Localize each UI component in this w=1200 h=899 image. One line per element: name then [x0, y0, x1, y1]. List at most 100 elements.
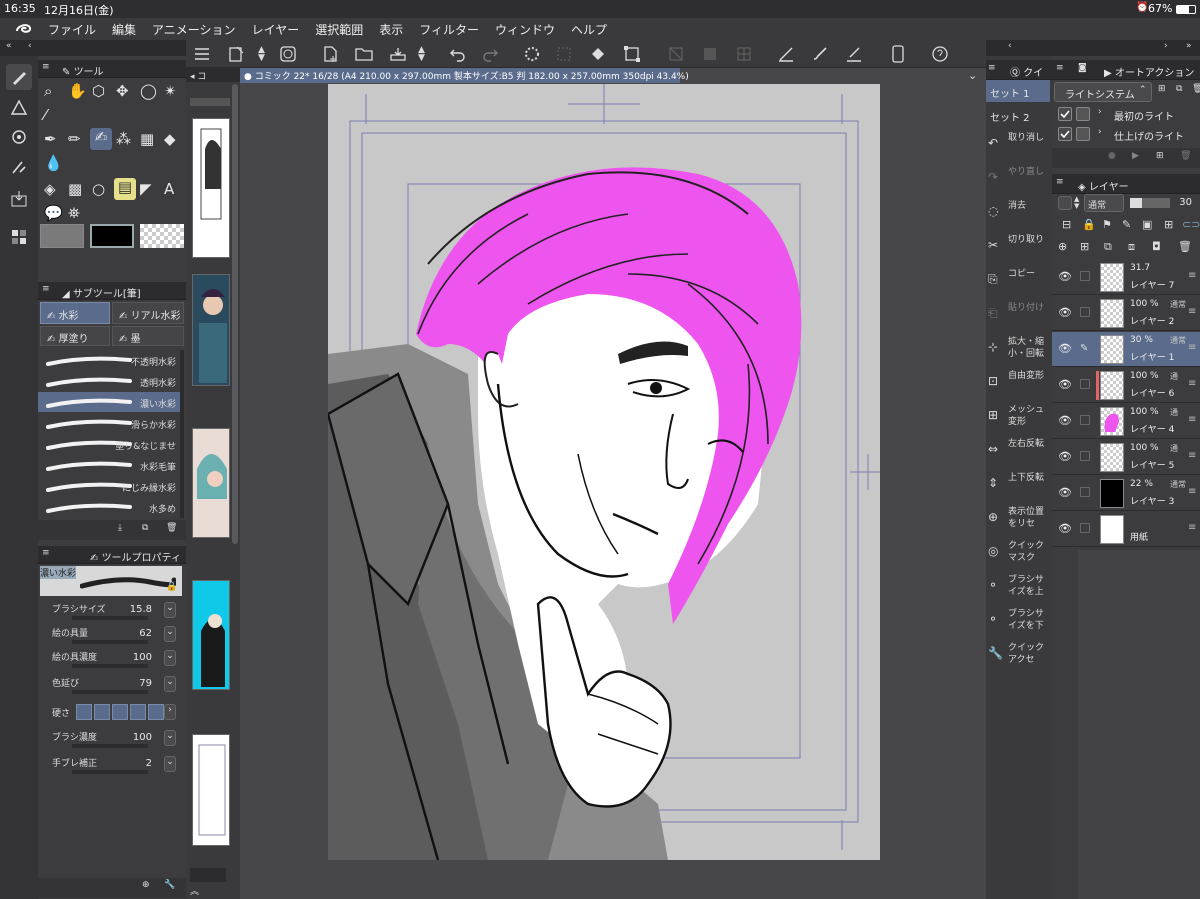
pen-line-icon[interactable]: [844, 44, 864, 64]
brush-item[interactable]: 滑らか水彩: [38, 413, 180, 433]
blend-icon[interactable]: 💧: [44, 154, 63, 172]
quick-access-item[interactable]: ⇕ 上下反転: [986, 468, 1052, 500]
action-row[interactable]: › 最初のライト: [1052, 104, 1200, 124]
layer-lock-checkbox[interactable]: [1080, 307, 1090, 317]
pen-icon[interactable]: ✎: [1080, 343, 1090, 354]
color-wheel-icon[interactable]: [6, 124, 32, 150]
quick-access-item[interactable]: ⊹ 拡大・縮小・回転: [986, 332, 1052, 364]
layer-row[interactable]: 👁 100 % 通レイヤー 4 ≡: [1052, 404, 1200, 439]
page-thumbnail[interactable]: [192, 118, 230, 258]
layer-property-icon[interactable]: [6, 94, 32, 120]
action-enabled-checkbox[interactable]: [1058, 127, 1072, 141]
menu-icon[interactable]: ≡: [988, 63, 996, 73]
stop-icon[interactable]: ●: [1108, 151, 1116, 161]
layer-row[interactable]: 👁 31.7 レイヤー 7 ≡: [1052, 260, 1200, 295]
hand-icon[interactable]: ✋: [68, 82, 87, 100]
set-tab-2[interactable]: セット 2: [986, 104, 1050, 126]
stepper-icon[interactable]: ▲ ▼: [258, 46, 265, 63]
menu-icon[interactable]: ≡: [42, 62, 50, 72]
brush-settings-icon[interactable]: [6, 154, 32, 180]
layer-lock-checkbox[interactable]: [1080, 451, 1090, 461]
layer-lock-checkbox[interactable]: [1080, 487, 1090, 497]
open-folder-icon[interactable]: [354, 44, 374, 64]
mask-icon[interactable]: ▣: [1142, 218, 1152, 231]
hardness-step[interactable]: [148, 704, 164, 720]
drag-handle-icon[interactable]: ≡: [1188, 270, 1196, 281]
play-icon[interactable]: ▶: [1132, 151, 1139, 161]
quick-access-item[interactable]: ⚬ ブラシサイズを上: [986, 570, 1052, 602]
undo-icon[interactable]: [448, 44, 468, 64]
canvas-tab[interactable]: ● コミック 22* 16/28 (A4 210.00 x 297.00mm 製…: [240, 68, 689, 83]
layer-row[interactable]: 👁 100 % 通常 レイヤー 2 ≡: [1052, 296, 1200, 331]
quick-access-item[interactable]: ⊞ メッシュ変形: [986, 400, 1052, 432]
ruler-pen-icon[interactable]: [776, 44, 796, 64]
menu-window[interactable]: ウィンドウ: [495, 21, 555, 38]
layer-row[interactable]: 👁 100 % 通レイヤー 6 ≡: [1052, 368, 1200, 403]
drag-handle-icon[interactable]: ≡: [1188, 306, 1196, 317]
quick-access-item[interactable]: ⎘ コピー: [986, 264, 1052, 296]
wrench-icon[interactable]: 🔧: [164, 880, 175, 890]
layer-row[interactable]: 👁 用紙 ≡: [1052, 512, 1200, 547]
blend-mode-icon[interactable]: [1058, 196, 1072, 210]
duplicate-action-icon[interactable]: ⧉: [1176, 84, 1182, 94]
property-slider[interactable]: [72, 640, 148, 644]
collapse-right-icon[interactable]: »: [1186, 41, 1192, 51]
hardness-step[interactable]: [76, 704, 92, 720]
correct-line-icon[interactable]: ⛯: [68, 204, 80, 222]
page-manager-toolbar[interactable]: [190, 868, 226, 882]
magic-wand-icon[interactable]: ✴: [164, 82, 177, 100]
dropdown-icon[interactable]: ⌄: [164, 676, 176, 692]
dropdown-icon[interactable]: ⌄: [164, 626, 176, 642]
frame-icon[interactable]: ▤: [114, 178, 136, 200]
layer-row[interactable]: 👁 22 % 通常 レイヤー 3 ≡: [1052, 476, 1200, 511]
delete-icon[interactable]: 🗑: [1178, 240, 1192, 253]
eye-icon[interactable]: 👁: [1058, 378, 1072, 391]
link-icon[interactable]: ⊂⊃: [1182, 218, 1200, 231]
page-thumbnail[interactable]: [192, 274, 230, 386]
menu-help[interactable]: ヘルプ: [571, 21, 607, 38]
pen-tool-icon[interactable]: [6, 64, 32, 90]
menu-animation[interactable]: アニメーション: [152, 21, 236, 38]
property-slider[interactable]: [72, 690, 148, 694]
eye-icon[interactable]: 👁: [1058, 270, 1072, 283]
collapse-left-icon[interactable]: ‹: [1008, 41, 1012, 51]
operation-icon[interactable]: ⬡: [92, 82, 105, 100]
grid-icon[interactable]: [734, 44, 754, 64]
import-icon[interactable]: [6, 186, 32, 212]
balloon-icon[interactable]: 💬: [44, 204, 63, 222]
opacity-slider[interactable]: [1130, 198, 1170, 208]
menu-icon[interactable]: ≡: [42, 284, 50, 294]
delete-icon[interactable]: 🗑: [1192, 84, 1200, 94]
drag-handle-icon[interactable]: ≡: [1188, 342, 1196, 353]
menu-layer[interactable]: レイヤー: [252, 21, 300, 38]
quick-access-item[interactable]: ⎗ 貼り付け: [986, 298, 1052, 330]
group-tab-impasto[interactable]: ✍ 厚塗り: [40, 326, 110, 346]
hardness-step[interactable]: [112, 704, 128, 720]
property-slider[interactable]: [72, 744, 148, 748]
eye-icon[interactable]: 👁: [1058, 342, 1072, 355]
property-slider[interactable]: [72, 664, 148, 668]
pencil-icon[interactable]: ✏: [68, 130, 81, 148]
decoration-icon[interactable]: ▦: [140, 130, 154, 148]
expand-up-icon[interactable]: ︽: [190, 884, 199, 897]
eye-icon[interactable]: 👁: [1058, 450, 1072, 463]
transform-icon[interactable]: [622, 44, 642, 64]
group-tab-ink[interactable]: ✍ 墨: [112, 326, 184, 346]
fill-selection-icon[interactable]: [700, 44, 720, 64]
menu-view[interactable]: 表示: [379, 21, 403, 38]
quick-access-item[interactable]: ◌ 消去: [986, 196, 1052, 228]
ruler-icon[interactable]: ◤: [140, 180, 152, 198]
menu-icon[interactable]: ≡: [1056, 177, 1064, 187]
pen-icon[interactable]: ✒: [44, 130, 57, 148]
collapse-left-icon[interactable]: «: [6, 41, 12, 51]
fill-bucket-icon[interactable]: ◈: [44, 180, 56, 198]
brush-item[interactable]: にじみ縁水彩: [38, 476, 180, 496]
canvas-paper[interactable]: [328, 84, 880, 860]
move-icon[interactable]: ✥: [116, 82, 129, 100]
group-tab-real-watercolor[interactable]: ✍ リアル水彩: [112, 302, 184, 324]
menu-icon[interactable]: ≡: [1056, 63, 1064, 73]
eyedropper-icon[interactable]: ⁄: [44, 106, 47, 124]
quick-access-item[interactable]: ⊡ 自由変形: [986, 366, 1052, 398]
menu-file[interactable]: ファイル: [48, 21, 96, 38]
new-action-icon[interactable]: ⊞: [1158, 84, 1166, 94]
